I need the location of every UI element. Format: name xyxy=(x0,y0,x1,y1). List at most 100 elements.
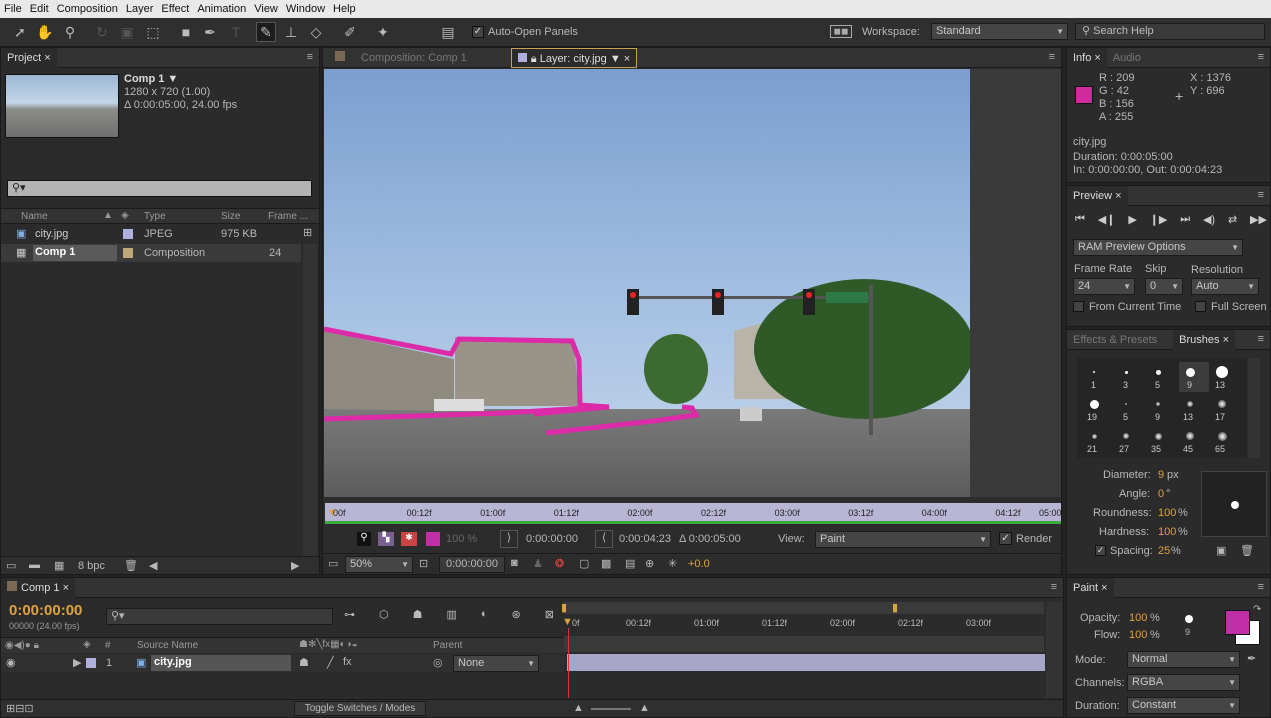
quality-switch-icon[interactable]: ╱ xyxy=(327,656,334,669)
hand-tool-icon[interactable]: ✋ xyxy=(35,22,55,42)
bpc-label[interactable]: 8 bpc xyxy=(78,560,105,572)
col-frame[interactable]: Frame ... xyxy=(268,211,308,222)
show-snapshot-icon[interactable]: ♟ xyxy=(533,557,543,570)
clone-stamp-tool-icon[interactable]: ⊥ xyxy=(281,22,301,42)
frame-rate-dropdown[interactable]: 24 xyxy=(1073,278,1135,295)
view-dropdown[interactable]: Paint xyxy=(815,531,991,548)
eraser-tool-icon[interactable]: ◇ xyxy=(306,22,326,42)
type-tool-icon[interactable]: T xyxy=(226,22,246,42)
mode-dropdown[interactable]: Normal xyxy=(1127,651,1240,668)
rotate-tool-icon[interactable]: ↻ xyxy=(92,22,112,42)
brush-tip[interactable]: 9 xyxy=(1179,362,1209,392)
motion-blur-icon[interactable]: ◐ xyxy=(481,608,488,626)
previous-frame-icon[interactable]: ◀❙ xyxy=(1098,213,1116,229)
always-preview-icon[interactable]: ▭ xyxy=(328,557,338,570)
shy-icon[interactable]: ☗ xyxy=(413,608,423,626)
spacing-checkbox[interactable]: ✓ xyxy=(1095,545,1106,556)
zoom-out-icon[interactable]: ▲ xyxy=(573,702,584,714)
work-area-bar[interactable]: ▮ ▮ xyxy=(561,601,1044,614)
brush-tip[interactable]: 19 xyxy=(1083,394,1113,424)
layer-canvas[interactable] xyxy=(324,69,970,497)
camera-tool-icon[interactable]: ▣ xyxy=(117,22,137,42)
brush-tip[interactable]: 65 xyxy=(1211,426,1241,456)
panel-menu-icon[interactable]: ≡ xyxy=(307,51,313,63)
playhead-icon[interactable]: ▼ xyxy=(562,616,573,628)
menu-effect[interactable]: Effect xyxy=(157,3,193,15)
exposure-icon[interactable]: ✳ xyxy=(668,557,677,570)
3d-draft-icon[interactable]: ⬡ xyxy=(379,608,389,626)
expand-arrow-icon[interactable]: ▶ xyxy=(73,656,81,669)
effect-switch-icon[interactable]: fx xyxy=(343,656,352,668)
comp-mini-flowchart-icon[interactable]: ⊶ xyxy=(344,608,355,626)
frame-blending-icon[interactable]: ▥ xyxy=(446,608,456,626)
brush-tool-icon[interactable]: ✎ xyxy=(256,22,276,42)
timeline-ruler[interactable]: 0f 00:12f 01:00f 01:12f 02:00f 02:12f 03:00f xyxy=(564,616,1044,634)
menu-file[interactable]: File xyxy=(0,3,26,15)
project-scrollbar[interactable] xyxy=(303,244,317,556)
flowchart-icon[interactable]: ⊞ xyxy=(303,226,312,239)
foreground-color-swatch[interactable] xyxy=(1225,610,1250,635)
tab-project[interactable]: Project × xyxy=(1,47,57,68)
menu-help[interactable]: Help xyxy=(329,3,360,15)
brainstorm-icon[interactable]: ⊠ xyxy=(545,608,554,626)
zoom-in-icon[interactable]: ▲ xyxy=(639,702,650,714)
panel-menu-icon[interactable]: ≡ xyxy=(1258,189,1264,201)
swap-colors-icon[interactable]: ↷ xyxy=(1253,604,1261,615)
col-type[interactable]: Type xyxy=(144,211,166,222)
menu-composition[interactable]: Composition xyxy=(53,3,122,15)
onion-skin-icon[interactable]: ▚ xyxy=(378,532,394,546)
menu-window[interactable]: Window xyxy=(282,3,329,15)
resolution-dropdown[interactable]: Auto xyxy=(1191,278,1259,295)
tab-layer[interactable]: 🔒︎ Layer: city.jpg ▼ × xyxy=(510,47,638,68)
workspace-dropdown[interactable]: Standard xyxy=(931,23,1068,40)
layer-name[interactable]: city.jpg xyxy=(151,655,291,671)
exposure-value[interactable]: +0.0 xyxy=(688,558,710,570)
full-screen-checkbox[interactable] xyxy=(1195,301,1206,312)
lock-icon[interactable]: 🔒︎ xyxy=(531,53,537,65)
menu-view[interactable]: View xyxy=(250,3,282,15)
current-time-field[interactable]: 0:00:00:00 xyxy=(439,556,505,573)
brush-tip[interactable]: 17 xyxy=(1211,394,1241,424)
tab-paint[interactable]: Paint × xyxy=(1067,577,1114,598)
channel-icon[interactable]: ❂ xyxy=(555,557,564,570)
delete-brush-icon[interactable]: 🗑 xyxy=(1240,544,1254,557)
last-frame-icon[interactable]: ⏭ xyxy=(1180,213,1190,229)
col-name[interactable]: Name xyxy=(21,211,48,222)
rectangle-tool-icon[interactable]: ■ xyxy=(176,22,196,42)
zoom-dropdown[interactable]: 50% xyxy=(345,556,413,573)
from-current-checkbox[interactable] xyxy=(1073,301,1084,312)
brush-tip[interactable]: 27 xyxy=(1115,426,1145,456)
work-area-end-icon[interactable]: ▮ xyxy=(892,601,898,614)
channels-dropdown[interactable]: RGBA xyxy=(1127,674,1240,691)
list-item[interactable]: ▦ Comp 1 Composition 24 xyxy=(1,244,301,262)
roundness-value[interactable]: 100 xyxy=(1158,507,1176,519)
ram-preview-icon[interactable]: ▶▶ xyxy=(1250,213,1267,229)
brush-tip[interactable]: 5 xyxy=(1147,362,1177,392)
transparency-grid-icon[interactable]: ▩ xyxy=(601,557,611,570)
brush-tip[interactable]: 5 xyxy=(1115,394,1145,424)
layer-row[interactable]: ◉ ▶ 1 ▣ city.jpg ☗ ╱ fx ◎ None xyxy=(1,654,564,672)
walk-icon[interactable]: ⚲ xyxy=(357,532,371,546)
brush-tip[interactable]: 21 xyxy=(1083,426,1113,456)
search-help-field[interactable]: ⚲ Search Help xyxy=(1075,23,1265,40)
parent-dropdown[interactable]: None xyxy=(453,655,539,672)
work-area-start-icon[interactable]: ▮ xyxy=(561,601,567,614)
selection-tool-icon[interactable]: ➚ xyxy=(10,22,30,42)
loop-icon[interactable]: ⇄ xyxy=(1228,213,1237,229)
trash-icon[interactable]: 🗑 xyxy=(124,559,138,572)
comp-flowchart-icon[interactable]: ▤ xyxy=(625,557,635,570)
fill-color-swatch[interactable] xyxy=(426,532,440,546)
save-brush-icon[interactable]: ▣ xyxy=(1216,544,1226,557)
toggle-switches-button[interactable]: Toggle Switches / Modes xyxy=(294,701,426,716)
layer-label-swatch[interactable] xyxy=(86,658,96,668)
panel-menu-icon[interactable]: ≡ xyxy=(1051,581,1057,593)
angle-value[interactable]: 0 xyxy=(1158,488,1164,500)
duration-dropdown[interactable]: Constant xyxy=(1127,697,1240,714)
auto-open-checkbox[interactable]: ✓ xyxy=(472,26,484,38)
paint-toggle-icon[interactable]: ✱ xyxy=(401,532,417,546)
roto-brush-tool-icon[interactable]: ✐ xyxy=(340,22,360,42)
timeline-scrollbar[interactable] xyxy=(1046,602,1062,698)
list-item[interactable]: ▣ city.jpg JPEG 975 KB xyxy=(1,225,301,243)
project-search-input[interactable]: ⚲▾ xyxy=(7,180,312,197)
hardness-value[interactable]: 100 xyxy=(1158,526,1176,538)
